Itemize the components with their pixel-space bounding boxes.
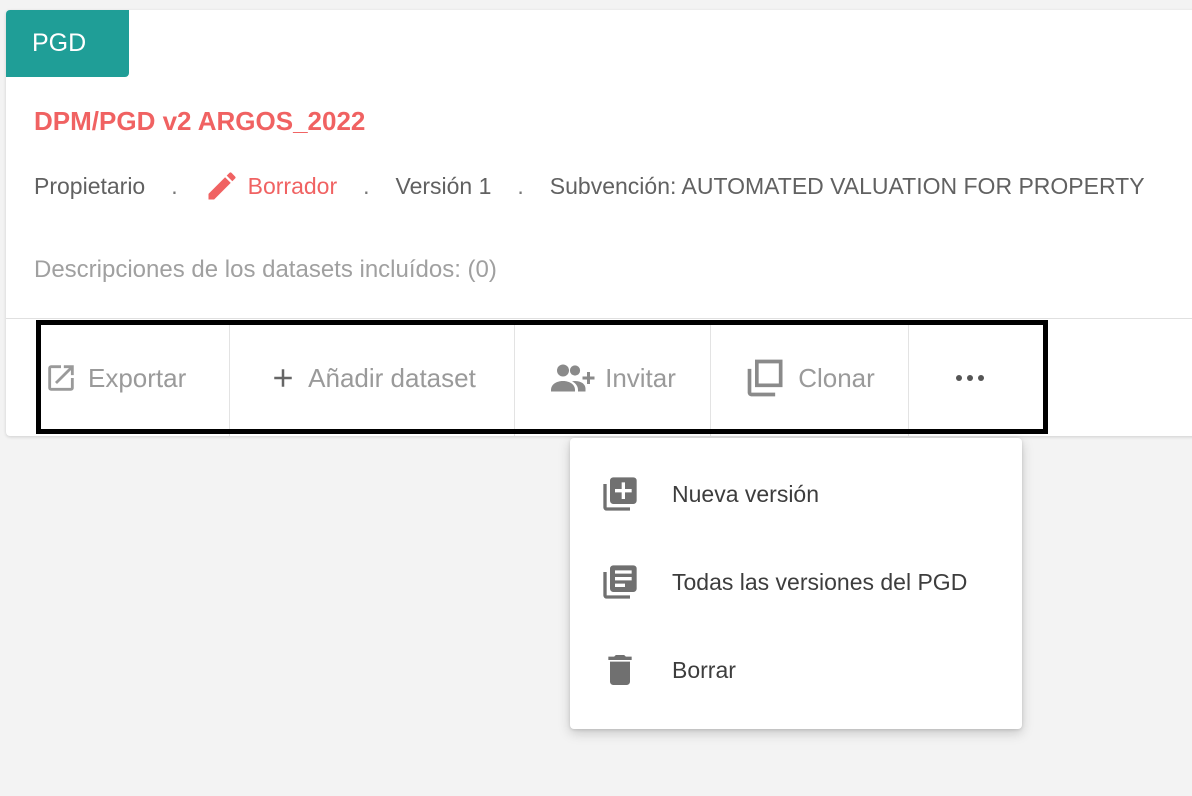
menu-item-new-version[interactable]: Nueva versión: [570, 450, 1022, 538]
version-label: Versión 1: [395, 172, 492, 199]
role-label: Propietario: [34, 172, 146, 199]
add-dataset-label: Añadir dataset: [308, 362, 476, 393]
menu-item-label: Todas las versiones del PGD: [672, 568, 968, 595]
meta-separator: .: [517, 172, 524, 199]
copy-icon: [747, 359, 783, 397]
plus-icon: [274, 369, 292, 387]
meta-separator: .: [363, 172, 370, 199]
menu-item-all-versions[interactable]: Todas las versiones del PGD: [570, 538, 1022, 626]
grant-label: Subvención: AUTOMATED VALUATION FOR PROP…: [549, 172, 1145, 199]
invite-button[interactable]: Invitar: [515, 320, 711, 436]
card-actions-bar: Exportar Añadir dataset Invitar Clonar: [6, 320, 1192, 436]
plan-meta-row: Propietario . Borrador . Versión 1 . Sub…: [34, 168, 1145, 204]
menu-item-delete[interactable]: Borrar: [570, 626, 1022, 714]
more-horizontal-icon: [956, 375, 984, 381]
library-books-icon: [603, 565, 637, 599]
group-add-icon: [551, 364, 595, 392]
menu-item-label: Borrar: [672, 656, 736, 683]
menu-item-label: Nueva versión: [672, 480, 820, 507]
meta-separator: .: [171, 172, 178, 199]
card-divider: [6, 318, 1192, 319]
more-options-button[interactable]: [909, 320, 1041, 436]
plan-card: PGD DPM/PGD v2 ARGOS_2022 Propietario . …: [6, 10, 1192, 436]
add-dataset-button[interactable]: Añadir dataset: [230, 320, 515, 436]
more-options-menu: Nueva versión Todas las versiones del PG…: [570, 438, 1022, 729]
open-in-new-icon: [48, 365, 74, 391]
card-type-tag: PGD: [6, 10, 129, 77]
datasets-description-count: Descripciones de los datasets incluídos:…: [34, 256, 497, 283]
status-badge: Borrador: [204, 168, 337, 204]
clone-button[interactable]: Clonar: [711, 320, 909, 436]
status-label: Borrador: [247, 172, 338, 199]
clone-label: Clonar: [798, 362, 875, 393]
library-add-icon: [603, 477, 637, 511]
export-button[interactable]: Exportar: [6, 320, 230, 436]
invite-label: Invitar: [605, 362, 676, 393]
plan-title[interactable]: DPM/PGD v2 ARGOS_2022: [34, 106, 365, 137]
export-label: Exportar: [88, 362, 187, 393]
delete-icon: [608, 655, 632, 685]
pencil-icon: [208, 172, 236, 200]
